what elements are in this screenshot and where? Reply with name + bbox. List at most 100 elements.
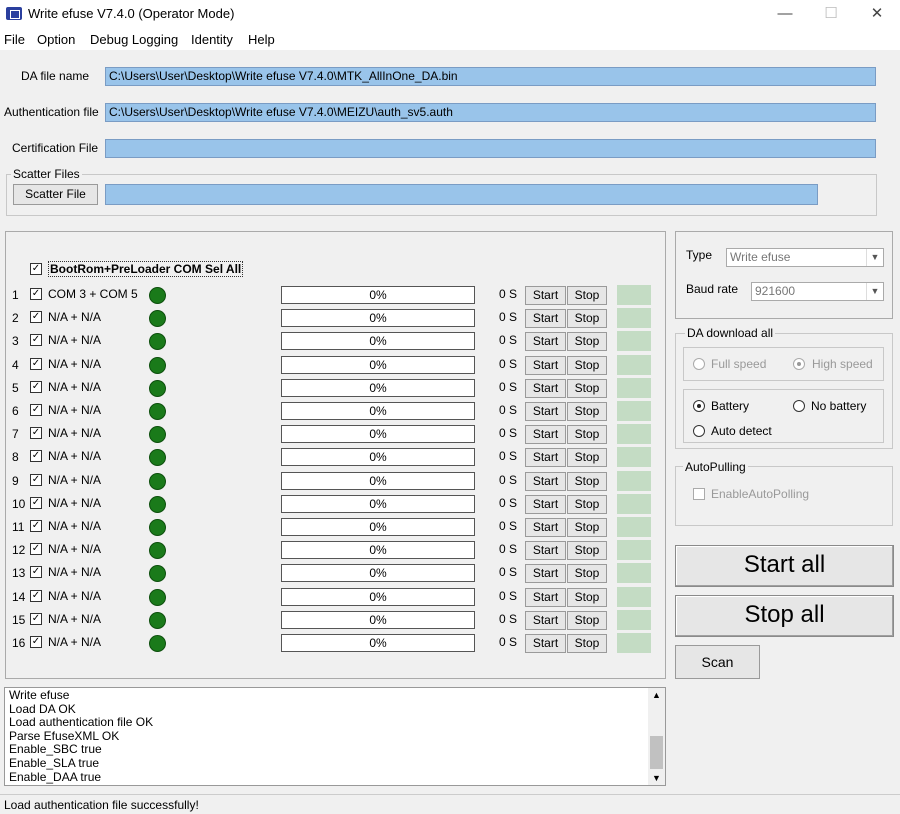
row-checkbox[interactable]: ✓ xyxy=(30,311,42,324)
menu-option[interactable]: Option xyxy=(37,32,75,47)
row-checkbox[interactable]: ✓ xyxy=(30,427,42,440)
scatter-file-button[interactable]: Scatter File xyxy=(13,184,98,205)
row-checkbox[interactable]: ✓ xyxy=(30,520,42,532)
row-stop-button[interactable]: Stop xyxy=(567,378,607,398)
baud-select[interactable]: 921600 ▼ xyxy=(751,282,884,301)
status-led-icon xyxy=(149,287,166,304)
row-checkbox[interactable]: ✓ xyxy=(30,404,42,416)
row-stop-button[interactable]: Stop xyxy=(567,541,607,561)
row-stop-button[interactable]: Stop xyxy=(567,309,607,329)
row-progress-bar: 0% xyxy=(281,402,475,420)
type-select[interactable]: Write efuse ▼ xyxy=(726,248,884,267)
row-checkbox[interactable]: ✓ xyxy=(30,496,42,509)
row-number: 1 xyxy=(12,288,19,302)
row-port-label: N/A + N/A xyxy=(48,403,102,417)
scroll-down-icon[interactable]: ▼ xyxy=(648,771,665,785)
row-checkbox[interactable]: ✓ xyxy=(30,357,42,370)
row-stop-button[interactable]: Stop xyxy=(567,448,607,468)
row-start-button[interactable]: Start xyxy=(525,541,566,561)
title-bar: Write efuse V7.4.0 (Operator Mode) — ☐ ✕ xyxy=(0,0,900,28)
row-status-box xyxy=(617,586,651,607)
high-speed-radio[interactable] xyxy=(793,358,805,370)
auto-detect-radio[interactable] xyxy=(693,425,705,437)
row-checkbox[interactable]: ✓ xyxy=(30,380,42,393)
row-stop-button[interactable]: Stop xyxy=(567,332,607,352)
row-start-button[interactable]: Start xyxy=(525,494,566,514)
minimize-button[interactable]: — xyxy=(762,0,808,28)
battery-radio[interactable] xyxy=(693,400,705,412)
row-checkbox[interactable]: ✓ xyxy=(30,636,42,648)
row-port-label: N/A + N/A xyxy=(48,519,102,533)
scatter-file-field[interactable] xyxy=(105,184,818,205)
menu-debug-logging[interactable]: Debug Logging xyxy=(90,32,178,47)
row-progress-bar: 0% xyxy=(281,448,475,467)
row-checkbox[interactable]: ✓ xyxy=(30,612,42,625)
maximize-button[interactable]: ☐ xyxy=(808,0,854,28)
row-stop-button[interactable]: Stop xyxy=(567,587,607,607)
row-checkbox[interactable]: ✓ xyxy=(30,334,42,347)
row-start-button[interactable]: Start xyxy=(525,309,566,329)
close-button[interactable]: ✕ xyxy=(854,0,900,28)
row-stop-button[interactable]: Stop xyxy=(567,425,607,445)
scroll-up-icon[interactable]: ▲ xyxy=(648,688,665,702)
row-port-label: N/A + N/A xyxy=(48,495,102,510)
row-time: 0 S xyxy=(499,519,518,533)
row-start-button[interactable]: Start xyxy=(525,402,566,421)
row-start-button[interactable]: Start xyxy=(525,471,566,491)
menu-file[interactable]: File xyxy=(4,32,25,47)
scan-button[interactable]: Scan xyxy=(675,645,760,679)
port-row: 9 ✓ N/A + N/A 0% 0 S Start Stop xyxy=(0,470,665,494)
row-start-button[interactable]: Start xyxy=(525,332,566,352)
chevron-down-icon: ▼ xyxy=(866,283,883,300)
row-progress-bar: 0% xyxy=(281,286,475,304)
row-checkbox[interactable]: ✓ xyxy=(30,566,42,579)
auth-file-field[interactable]: C:\Users\User\Desktop\Write efuse V7.4.0… xyxy=(105,103,876,122)
row-stop-button[interactable]: Stop xyxy=(567,402,607,421)
no-battery-radio[interactable] xyxy=(793,400,805,412)
row-stop-button[interactable]: Stop xyxy=(567,634,607,653)
log-scrollbar[interactable]: ▲ ▼ xyxy=(648,688,665,785)
row-start-button[interactable]: Start xyxy=(525,378,566,398)
row-checkbox[interactable]: ✓ xyxy=(30,589,42,602)
log-line: Enable_SLA true xyxy=(9,756,100,770)
row-stop-button[interactable]: Stop xyxy=(567,471,607,491)
row-start-button[interactable]: Start xyxy=(525,425,566,445)
row-stop-button[interactable]: Stop xyxy=(567,494,607,514)
row-start-button[interactable]: Start xyxy=(525,587,566,607)
row-progress-bar: 0% xyxy=(281,355,475,374)
baud-label: Baud rate xyxy=(686,282,739,296)
row-start-button[interactable]: Start xyxy=(525,634,566,653)
full-speed-radio[interactable] xyxy=(693,358,705,370)
row-stop-button[interactable]: Stop xyxy=(567,518,607,537)
row-status-box xyxy=(617,563,651,584)
row-checkbox[interactable]: ✓ xyxy=(30,473,42,486)
row-number: 12 xyxy=(12,543,26,558)
full-speed-label: Full speed xyxy=(711,357,767,371)
status-led-icon xyxy=(149,403,166,420)
row-start-button[interactable]: Start xyxy=(525,286,566,305)
row-start-button[interactable]: Start xyxy=(525,564,566,584)
select-all-checkbox[interactable]: ✓ xyxy=(30,263,42,275)
da-file-field[interactable]: C:\Users\User\Desktop\Write efuse V7.4.0… xyxy=(105,67,876,86)
row-stop-button[interactable]: Stop xyxy=(567,610,607,630)
row-stop-button[interactable]: Stop xyxy=(567,564,607,584)
cert-file-field[interactable] xyxy=(105,139,876,158)
port-row: 13 ✓ N/A + N/A 0% 0 S Start Stop xyxy=(0,563,665,586)
autopull-checkbox[interactable] xyxy=(693,488,705,500)
row-stop-button[interactable]: Stop xyxy=(567,355,607,375)
no-battery-label: No battery xyxy=(811,399,867,413)
row-stop-button[interactable]: Stop xyxy=(567,286,607,305)
row-checkbox[interactable]: ✓ xyxy=(30,450,42,463)
row-start-button[interactable]: Start xyxy=(525,448,566,468)
row-checkbox[interactable]: ✓ xyxy=(30,543,42,556)
stop-all-button[interactable]: Stop all xyxy=(675,595,894,637)
row-start-button[interactable]: Start xyxy=(525,610,566,630)
start-all-button[interactable]: Start all xyxy=(675,545,894,587)
row-checkbox[interactable]: ✓ xyxy=(30,288,42,300)
scroll-thumb[interactable] xyxy=(650,736,663,769)
log-textarea[interactable]: Write efuse Load DA OK Load authentication… xyxy=(4,687,666,786)
row-start-button[interactable]: Start xyxy=(525,518,566,537)
menu-identity[interactable]: Identity xyxy=(191,32,233,47)
menu-help[interactable]: Help xyxy=(248,32,275,47)
row-start-button[interactable]: Start xyxy=(525,355,566,375)
